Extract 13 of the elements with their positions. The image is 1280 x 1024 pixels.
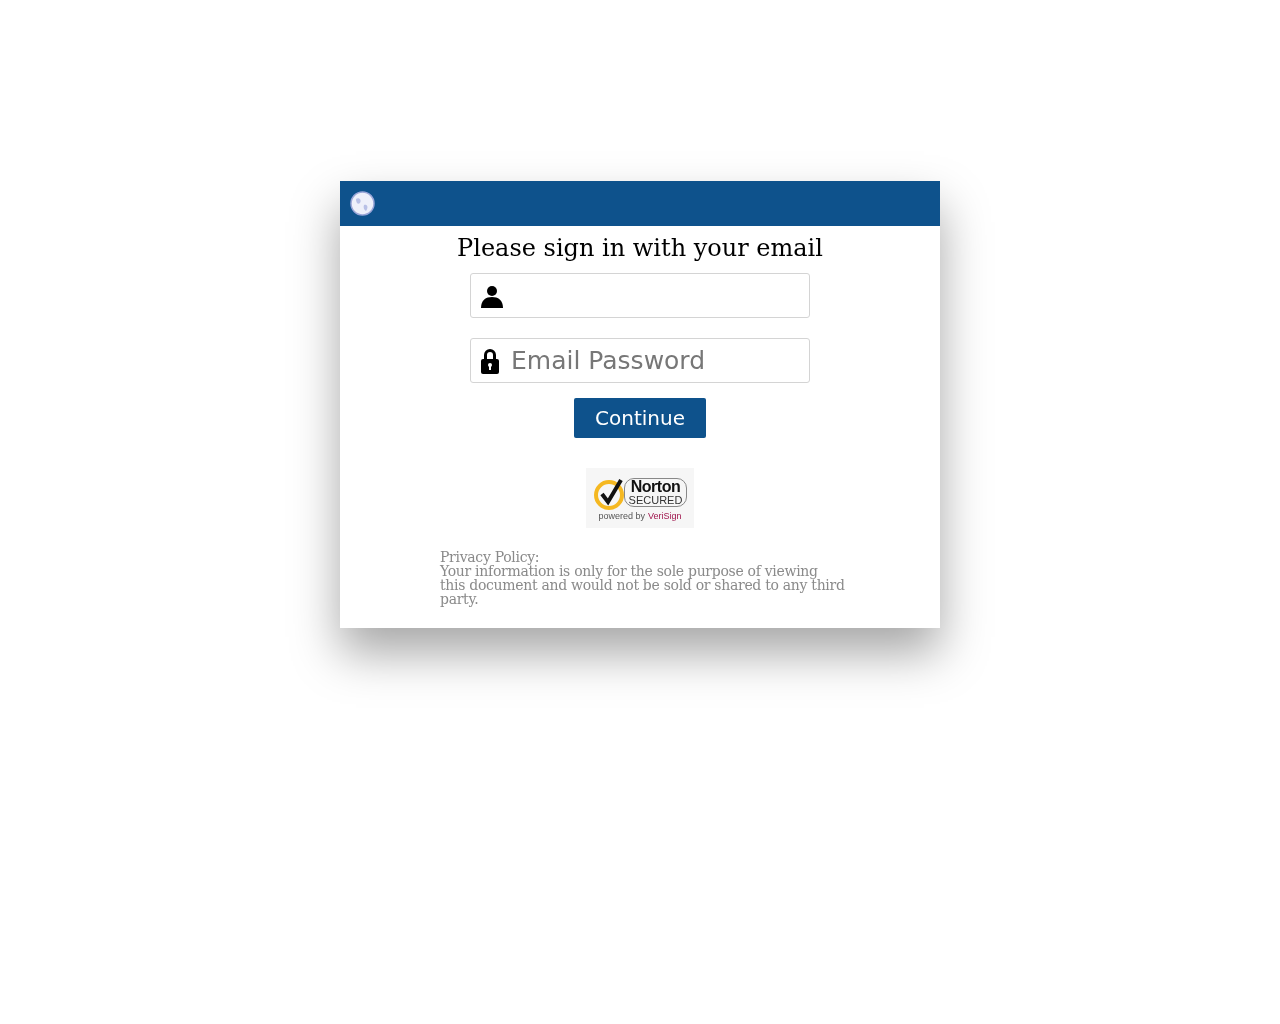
password-field[interactable]: Email Password — [470, 338, 810, 383]
globe-icon — [350, 191, 375, 216]
privacy-text: Your information is only for the sole purpose of viewing this document and would not be sold or shared to any third party. — [440, 564, 845, 606]
badge-brand: Norton — [630, 479, 681, 495]
person-icon — [480, 283, 504, 308]
sign-in-title: Please sign in with your email — [457, 234, 823, 262]
badge-partner: VeriSign — [648, 511, 682, 521]
lock-icon — [480, 347, 500, 374]
privacy-heading: Privacy Policy: — [440, 550, 541, 564]
badge-status: SECURED — [628, 495, 683, 506]
continue-button[interactable]: Continue — [574, 398, 706, 438]
badge-powered-by: powered by — [598, 511, 645, 521]
email-field[interactable] — [470, 273, 810, 318]
